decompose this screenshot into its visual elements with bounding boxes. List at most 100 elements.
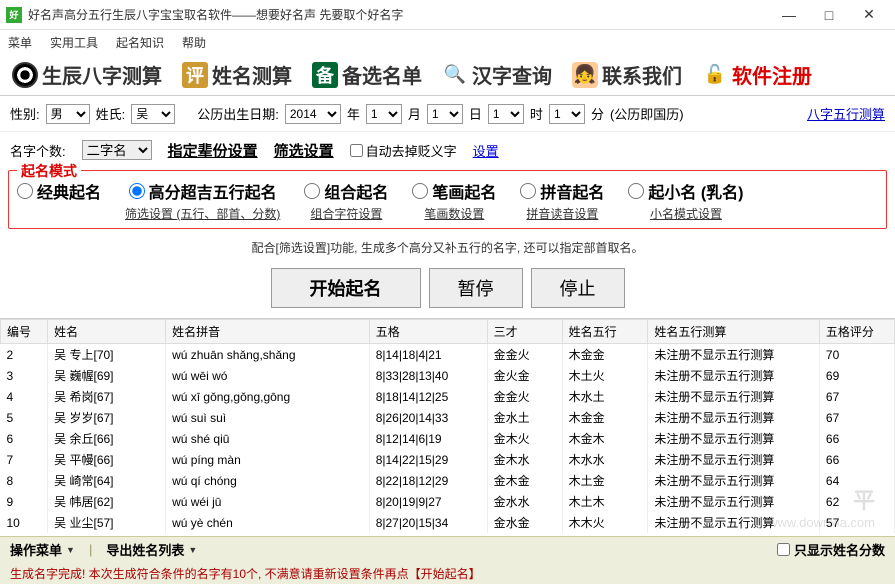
table-row[interactable]: 3吴 巍幄[69]wú wēi wó8|33|28|13|40金火金木土火未注册…: [1, 365, 895, 386]
year-select[interactable]: 2014: [285, 104, 341, 124]
table-cell: 未注册不显示五行测算: [648, 365, 820, 386]
mode-radio[interactable]: [17, 183, 33, 199]
settings-link[interactable]: 设置: [473, 141, 499, 160]
minimize-button[interactable]: —: [769, 2, 809, 28]
mode-sublink[interactable]: 小名模式设置: [650, 205, 722, 222]
mode-option[interactable]: 拼音起名拼音读音设置: [520, 179, 604, 222]
show-scores-checkbox[interactable]: 只显示姓名分数: [777, 540, 885, 559]
export-button[interactable]: 导出姓名列表 ▼: [106, 540, 197, 559]
filter-link[interactable]: 筛选设置: [274, 140, 334, 161]
mode-label: 拼音起名: [540, 179, 604, 203]
tab-register[interactable]: 🔓软件注册: [696, 58, 818, 91]
column-header[interactable]: 姓名五行: [562, 320, 648, 344]
stop-button[interactable]: 停止: [531, 268, 625, 308]
surname-label: 姓氏:: [96, 104, 126, 123]
table-row[interactable]: 10吴 业尘[57]wú yè chén8|27|20|15|34金水金木木火未…: [1, 512, 895, 533]
birth-info-row: 性别: 男 姓氏: 吴 公历出生日期: 2014 年 1 月 1 日 1 时 1…: [0, 96, 895, 132]
table-cell: 吴 帏居[62]: [48, 491, 166, 512]
results-table[interactable]: 编号姓名姓名拼音五格三才姓名五行姓名五行测算五格评分 2吴 专上[70]wú z…: [0, 319, 895, 533]
hour-select[interactable]: 1: [488, 104, 524, 124]
table-cell: 57: [819, 512, 894, 533]
mode-radio[interactable]: [412, 183, 428, 199]
mode-sublink[interactable]: 组合字符设置: [310, 205, 382, 222]
generation-link[interactable]: 指定辈份设置: [168, 140, 258, 161]
tab-name-test[interactable]: 评姓名测算: [176, 58, 298, 91]
start-button[interactable]: 开始起名: [271, 268, 421, 308]
table-cell: 木木火: [562, 512, 648, 533]
mode-radio[interactable]: [520, 183, 536, 199]
tab-hanzi[interactable]: 🔍汉字查询: [436, 58, 558, 91]
column-header[interactable]: 姓名五行测算: [648, 320, 820, 344]
table-cell: 8|18|14|12|25: [369, 386, 487, 407]
table-row[interactable]: 5吴 岁岁[67]wú suì suì8|26|20|14|33金水土木金金未注…: [1, 407, 895, 428]
auto-remove-checkbox[interactable]: 自动去掉贬义字: [350, 141, 457, 160]
day-select[interactable]: 1: [427, 104, 463, 124]
menu-item[interactable]: 菜单: [8, 34, 32, 51]
table-cell: 未注册不显示五行测算: [648, 344, 820, 366]
table-cell: 6: [1, 428, 48, 449]
surname-select[interactable]: 吴: [131, 104, 175, 124]
table-cell: 吴 余丘[66]: [48, 428, 166, 449]
mode-radio[interactable]: [628, 183, 644, 199]
bazi-link[interactable]: 八字五行测算: [807, 104, 885, 123]
mode-sublink[interactable]: 筛选设置 (五行、部首、分数): [125, 205, 280, 222]
table-cell: 木土木: [562, 491, 648, 512]
column-header[interactable]: 姓名拼音: [166, 320, 370, 344]
table-row[interactable]: 7吴 平幔[66]wú píng màn8|14|22|15|29金木水木水水未…: [1, 449, 895, 470]
table-cell: 未注册不显示五行测算: [648, 491, 820, 512]
table-cell: wú wéi jū: [166, 491, 370, 512]
results-table-wrap: 编号姓名姓名拼音五格三才姓名五行姓名五行测算五格评分 2吴 专上[70]wú z…: [0, 318, 895, 536]
mode-option[interactable]: 经典起名: [17, 179, 101, 203]
minute-select[interactable]: 1: [549, 104, 585, 124]
mode-option[interactable]: 高分超吉五行起名筛选设置 (五行、部首、分数): [125, 179, 280, 222]
table-cell: 金火金: [487, 365, 562, 386]
close-button[interactable]: ✕: [849, 2, 889, 28]
tab-contact[interactable]: 👧联系我们: [566, 58, 688, 91]
table-cell: 金水金: [487, 512, 562, 533]
calendar-note: (公历即国历): [610, 104, 684, 123]
maximize-button[interactable]: □: [809, 2, 849, 28]
table-row[interactable]: 2吴 专上[70]wú zhuān shǎng,shǎng8|14|18|4|2…: [1, 344, 895, 366]
month-select[interactable]: 1: [366, 104, 402, 124]
menu-item[interactable]: 起名知识: [116, 34, 164, 51]
table-cell: 8|20|19|9|27: [369, 491, 487, 512]
table-cell: 8|22|18|12|29: [369, 470, 487, 491]
mode-radio[interactable]: [129, 183, 145, 199]
table-cell: 金水水: [487, 491, 562, 512]
table-row[interactable]: 9吴 帏居[62]wú wéi jū8|20|19|9|27金水水木土木未注册不…: [1, 491, 895, 512]
gender-select[interactable]: 男: [46, 104, 90, 124]
menu-item[interactable]: 帮助: [182, 34, 206, 51]
menu-item[interactable]: 实用工具: [50, 34, 98, 51]
table-cell: 未注册不显示五行测算: [648, 386, 820, 407]
column-header[interactable]: 五格评分: [819, 320, 894, 344]
table-row[interactable]: 6吴 余丘[66]wú shé qiū8|12|14|6|19金木火木金木未注册…: [1, 428, 895, 449]
mode-option[interactable]: 起小名 (乳名)小名模式设置: [628, 179, 743, 222]
ops-menu-button[interactable]: 操作菜单 ▼: [10, 540, 75, 559]
table-cell: 8|12|14|6|19: [369, 428, 487, 449]
mode-sublink[interactable]: 拼音读音设置: [526, 205, 598, 222]
tab-bazi[interactable]: 生辰八字测算: [6, 58, 168, 91]
name-count-select[interactable]: 二字名: [82, 140, 152, 160]
mode-sublink[interactable]: 笔画数设置: [424, 205, 484, 222]
table-cell: wú yè chén: [166, 512, 370, 533]
table-row[interactable]: 8吴 崎常[64]wú qí chóng8|22|18|12|29金木金木土金未…: [1, 470, 895, 491]
table-row[interactable]: 4吴 希岗[67]wú xī gǒng,gǒng,gōng8|18|14|12|…: [1, 386, 895, 407]
table-cell: wú píng màn: [166, 449, 370, 470]
tab-candidates[interactable]: 备备选名单: [306, 58, 428, 91]
mode-option[interactable]: 组合起名组合字符设置: [304, 179, 388, 222]
column-header[interactable]: 五格: [369, 320, 487, 344]
window-title: 好名声高分五行生辰八字宝宝取名软件——想要好名声 先要取个好名字: [28, 6, 769, 23]
column-header[interactable]: 三才: [487, 320, 562, 344]
table-cell: wú qí chóng: [166, 470, 370, 491]
table-cell: wú xī gǒng,gǒng,gōng: [166, 386, 370, 407]
table-cell: 64: [819, 470, 894, 491]
column-header[interactable]: 编号: [1, 320, 48, 344]
table-cell: 木金金: [562, 344, 648, 366]
pause-button[interactable]: 暂停: [429, 268, 523, 308]
mode-option[interactable]: 笔画起名笔画数设置: [412, 179, 496, 222]
column-header[interactable]: 姓名: [48, 320, 166, 344]
table-cell: wú zhuān shǎng,shǎng: [166, 344, 370, 366]
mode-radio[interactable]: [304, 183, 320, 199]
table-cell: 8: [1, 470, 48, 491]
table-cell: 5: [1, 407, 48, 428]
